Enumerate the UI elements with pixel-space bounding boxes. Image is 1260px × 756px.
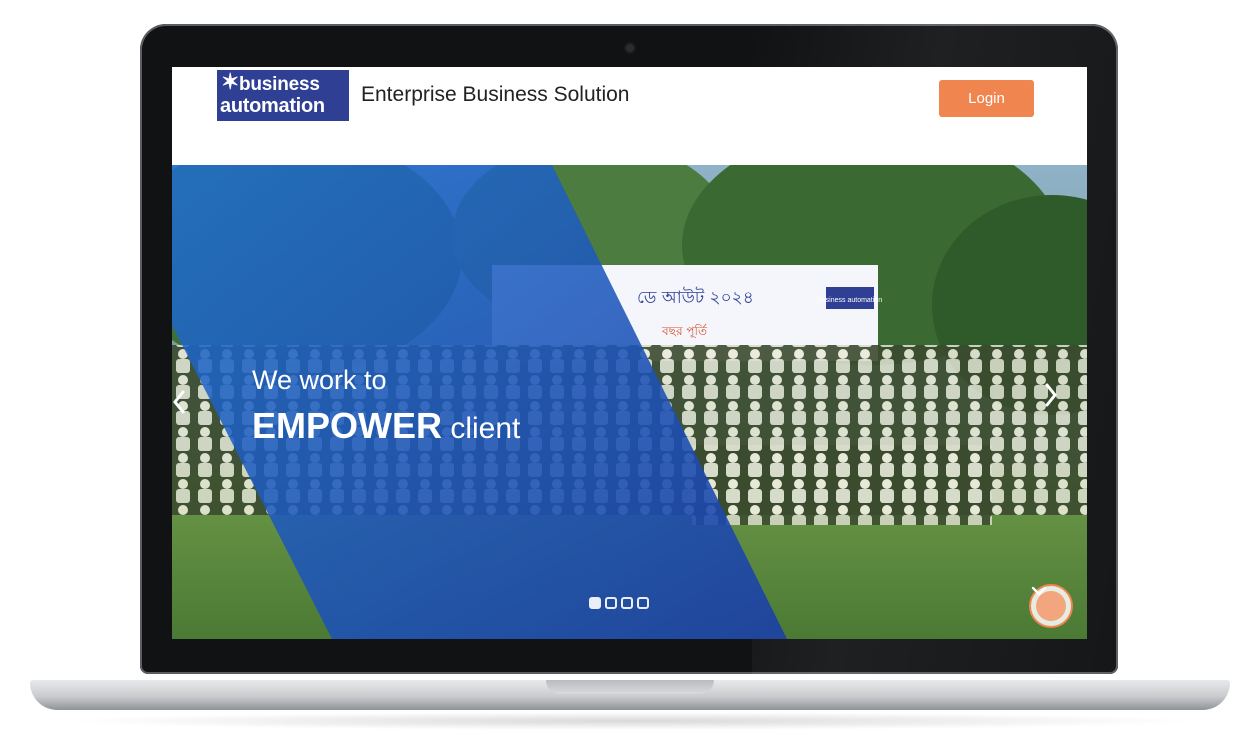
logo-text-automation: automation [220, 95, 325, 117]
login-button[interactable]: Login [939, 80, 1034, 117]
site-header: ✶ business automation Enterprise Busines… [172, 67, 1087, 165]
camera [626, 44, 634, 52]
carousel-dot-2[interactable] [605, 597, 617, 609]
banner-subtitle: বছর পূর্তি [661, 324, 708, 339]
laptop-mockup: ✶ business automation Enterprise Busines… [0, 0, 1260, 756]
laptop-notch [546, 680, 714, 694]
scroll-down-inner [1031, 586, 1066, 621]
banner-logo-text: business automation [818, 297, 882, 304]
carousel-dot-3[interactable] [621, 597, 633, 609]
carousel-prev-button[interactable] [172, 390, 194, 434]
hero-headline-line2: EMPOWER client [252, 405, 520, 447]
banner-title: ডে আউট ২০২৪ [637, 287, 754, 308]
chevron-down-icon [1031, 586, 1047, 596]
hero-photo: ডে আউট ২০২৪ business automation বছর পূর্… [172, 165, 1087, 639]
chevron-right-icon [1045, 383, 1057, 407]
laptop-shadow [60, 712, 1200, 730]
scroll-down-button[interactable] [1029, 584, 1073, 628]
carousel-dot-4[interactable] [637, 597, 649, 609]
star-icon: ✶ [221, 69, 240, 94]
chevron-left-icon [173, 390, 185, 414]
hero-headline-line1: We work to [252, 365, 387, 395]
carousel-indicators [589, 597, 649, 609]
logo-text-business: business [239, 74, 320, 95]
brand-logo[interactable]: ✶ business automation [217, 70, 349, 121]
hero-headline-rest: client [442, 412, 521, 445]
hero-headline-emphasis: EMPOWER [252, 405, 443, 446]
website-screen: ✶ business automation Enterprise Busines… [172, 67, 1087, 639]
carousel-dot-1[interactable] [589, 597, 601, 609]
site-title: Enterprise Business Solution [361, 83, 630, 106]
hero-carousel: ডে আউট ২০২৪ business automation বছর পূর্… [172, 165, 1087, 639]
